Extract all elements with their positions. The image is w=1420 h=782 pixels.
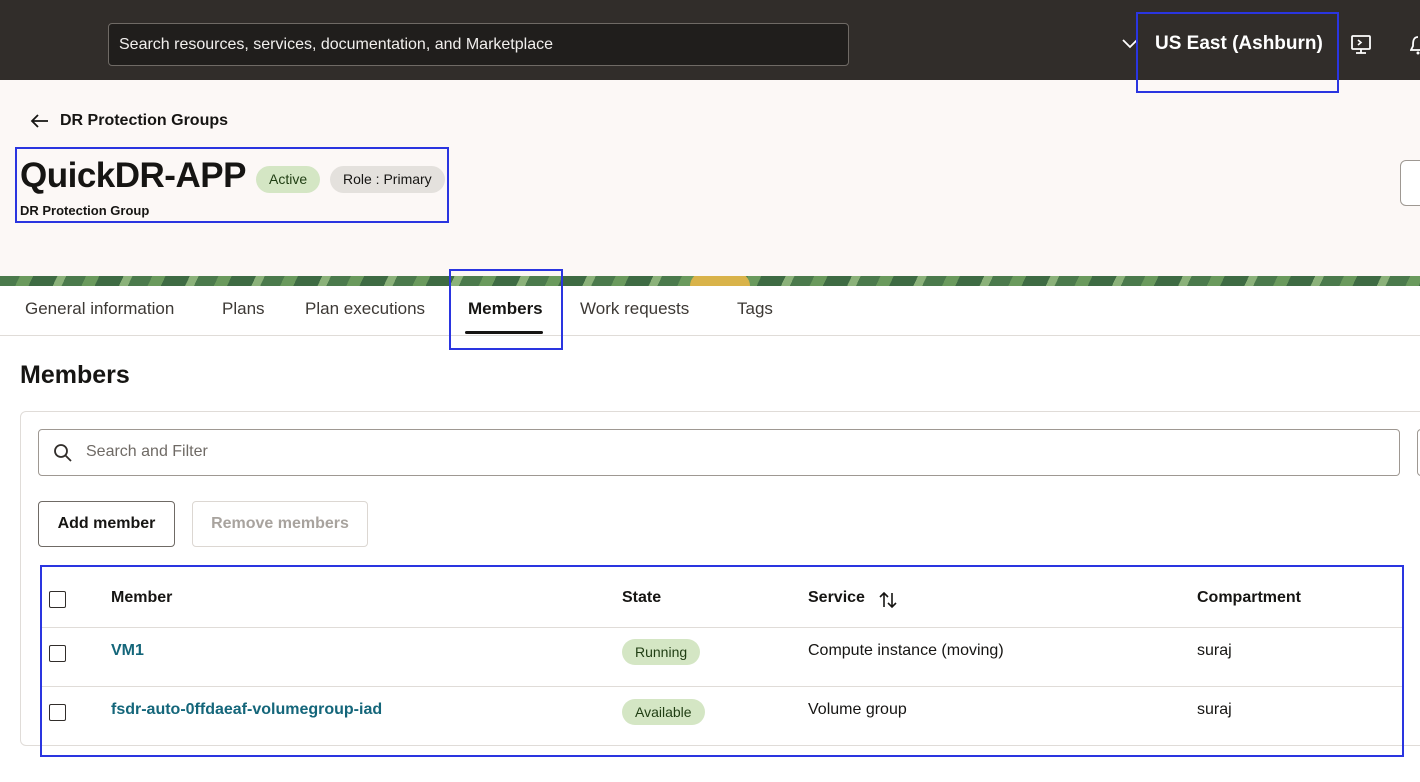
tab-work-requests[interactable]: Work requests: [580, 299, 689, 319]
back-to-dr-protection-groups-link[interactable]: DR Protection Groups: [30, 112, 228, 130]
back-link-label: DR Protection Groups: [60, 112, 229, 129]
global-search-input[interactable]: Search resources, services, documentatio…: [108, 23, 849, 66]
banner-sun-shape: [690, 276, 750, 286]
back-arrow-icon: [30, 114, 48, 128]
tab-plan-executions[interactable]: Plan executions: [305, 299, 425, 319]
members-tab-highlight-box: [449, 269, 563, 350]
members-table-highlight-box: [40, 565, 1404, 757]
section-title: Members: [20, 361, 130, 389]
decorative-banner: [0, 276, 1420, 286]
remove-members-button[interactable]: Remove members: [192, 501, 368, 547]
actions-button[interactable]: [1400, 160, 1420, 206]
title-highlight-box: [15, 147, 449, 223]
notifications-bell-icon[interactable]: [1410, 34, 1420, 56]
add-member-button[interactable]: Add member: [38, 501, 175, 547]
region-highlight-box: [1136, 12, 1339, 93]
search-and-filter-input[interactable]: Search and Filter: [38, 429, 1400, 476]
tab-general-information[interactable]: General information: [25, 299, 174, 319]
search-placeholder: Search and Filter: [86, 443, 208, 460]
cloud-shell-icon[interactable]: [1350, 34, 1374, 56]
tab-plans[interactable]: Plans: [222, 299, 265, 319]
search-icon: [54, 444, 72, 462]
tab-bar: General information Plans Plan execution…: [0, 286, 1420, 336]
tab-tags[interactable]: Tags: [737, 299, 773, 319]
